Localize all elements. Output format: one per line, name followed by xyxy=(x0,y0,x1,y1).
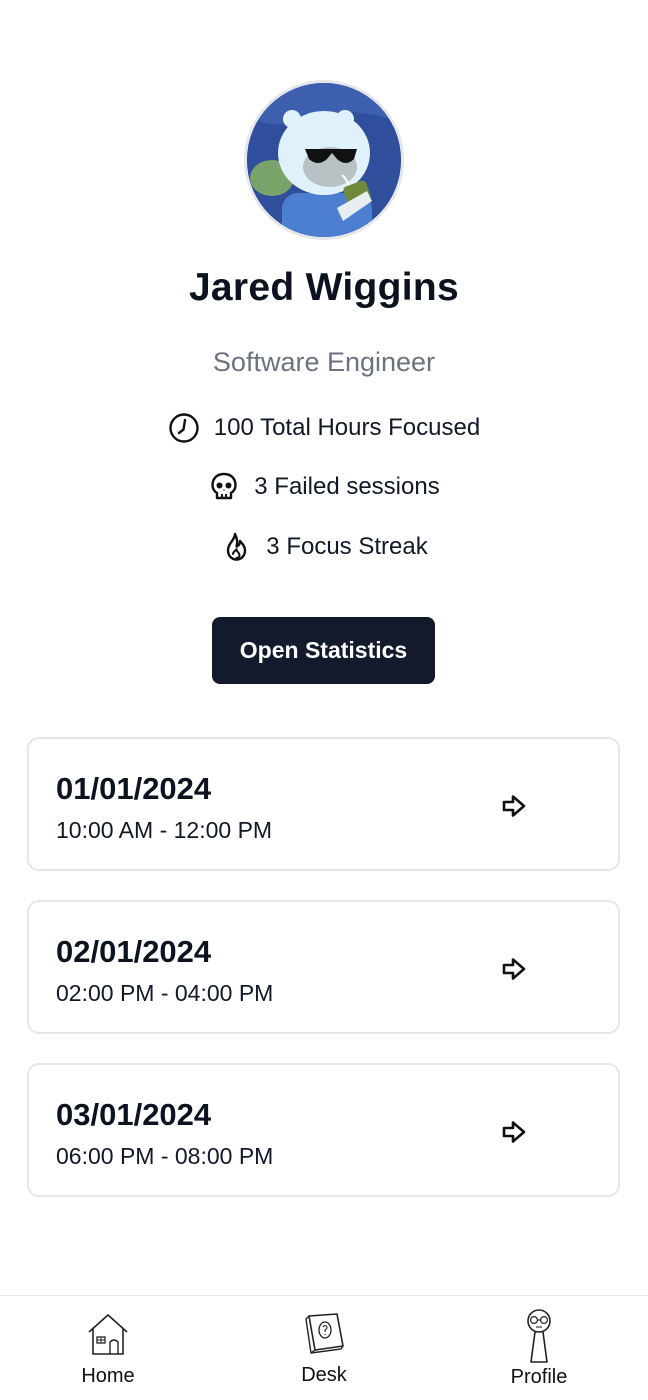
session-time: 06:00 PM - 08:00 PM xyxy=(56,1143,274,1169)
stat-hours: 100 Total Hours Focused xyxy=(0,412,648,444)
nav-desk-label: Desk xyxy=(301,1364,347,1386)
flame-icon xyxy=(220,531,252,563)
house-icon xyxy=(88,1314,128,1355)
session-time: 10:00 AM - 12:00 PM xyxy=(56,817,273,843)
session-card[interactable]: 02/01/2024 02:00 PM - 04:00 PM xyxy=(27,900,620,1034)
nav-home-label: Home xyxy=(81,1365,135,1387)
session-time: 02:00 PM - 04:00 PM xyxy=(56,980,274,1006)
arrow-right-icon[interactable] xyxy=(501,793,527,819)
nav-profile-label: Profile xyxy=(510,1366,568,1388)
stat-streak-label: 3 Focus Streak xyxy=(266,533,428,560)
stat-failed-label: 3 Failed sessions xyxy=(254,473,440,500)
open-statistics-button[interactable]: Open Statistics xyxy=(212,617,435,684)
nav-profile[interactable]: Profile xyxy=(469,1296,609,1400)
session-date: 02/01/2024 xyxy=(56,934,212,969)
session-date: 01/01/2024 xyxy=(56,771,212,806)
avatar xyxy=(244,80,404,240)
arrow-right-icon[interactable] xyxy=(501,1119,527,1145)
stat-hours-label: 100 Total Hours Focused xyxy=(213,414,481,441)
bottom-nav: Home Desk Profile xyxy=(0,1295,648,1400)
arrow-right-icon[interactable] xyxy=(501,956,527,982)
stat-failed: 3 Failed sessions xyxy=(0,471,648,503)
profile-page: Jared Wiggins Software Engineer 100 Tota… xyxy=(0,0,648,1400)
stat-streak: 3 Focus Streak xyxy=(0,531,648,563)
person-icon xyxy=(527,1309,551,1363)
avatar-image xyxy=(247,83,401,237)
session-date: 03/01/2024 xyxy=(56,1097,212,1132)
clock-icon xyxy=(168,412,200,444)
profile-role: Software Engineer xyxy=(212,347,436,377)
nav-desk[interactable]: Desk xyxy=(254,1296,394,1400)
book-icon xyxy=(305,1313,344,1354)
session-card[interactable]: 03/01/2024 06:00 PM - 08:00 PM xyxy=(27,1063,620,1197)
session-card[interactable]: 01/01/2024 10:00 AM - 12:00 PM xyxy=(27,737,620,871)
skull-icon xyxy=(208,471,240,503)
profile-name: Jared Wiggins xyxy=(188,266,460,309)
nav-home[interactable]: Home xyxy=(38,1296,178,1400)
